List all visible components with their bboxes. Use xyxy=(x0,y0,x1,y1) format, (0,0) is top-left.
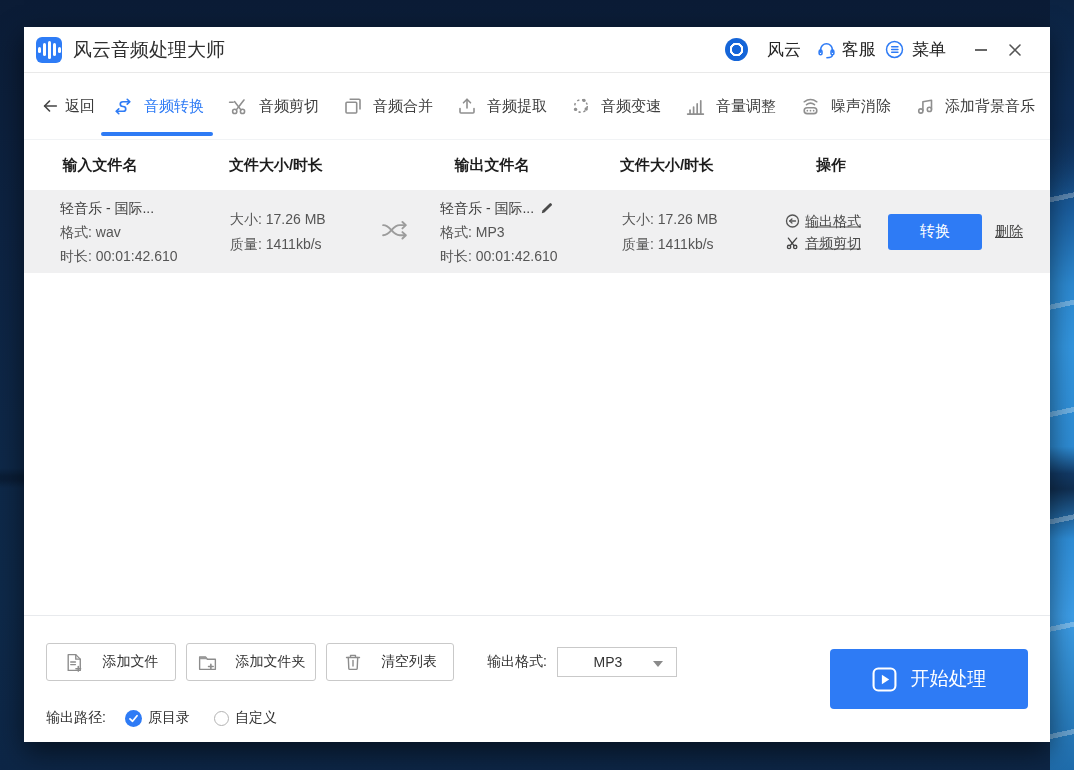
menu-button[interactable]: 菜单 xyxy=(884,38,946,61)
wallpaper-light-beams xyxy=(1050,0,1074,770)
play-icon xyxy=(872,667,897,692)
output-file-duration: 时长: 00:01:42.610 xyxy=(440,244,558,268)
tab-noise-removal[interactable]: 噪声消除 xyxy=(800,73,891,139)
output-format-icon xyxy=(785,213,800,228)
close-button[interactable] xyxy=(1004,39,1026,61)
edit-pencil-icon[interactable] xyxy=(540,201,554,215)
output-file-name: 轻音乐 - 国际... xyxy=(440,196,534,220)
list-header: 输入文件名 文件大小/时长 输出文件名 文件大小/时长 操作 xyxy=(24,140,1050,190)
output-format-label: 输出格式: xyxy=(487,653,547,671)
menu-label: 菜单 xyxy=(912,38,946,61)
convert-icon xyxy=(112,97,134,116)
dropdown-arrow-icon xyxy=(653,661,663,667)
audio-cut-link[interactable]: 音频剪切 xyxy=(785,235,861,250)
scissors-icon xyxy=(228,96,249,117)
brand-logo-icon xyxy=(725,38,748,61)
input-file-duration: 时长: 00:01:42.610 xyxy=(60,244,178,268)
tab-audio-extract[interactable]: 音频提取 xyxy=(457,73,547,139)
input-file-size: 大小: 17.26 MB xyxy=(230,207,326,232)
support-button[interactable]: 客服 xyxy=(816,38,876,61)
radio-original-dir[interactable] xyxy=(125,710,142,727)
headset-icon xyxy=(816,39,837,60)
input-file-cell: 轻音乐 - 国际... 格式: wav 时长: 00:01:42.610 xyxy=(60,196,178,268)
volume-bars-icon xyxy=(685,96,706,117)
header-output-size: 文件大小/时长 xyxy=(620,156,714,175)
shuffle-icon xyxy=(381,219,411,244)
output-file-bitrate: 质量: 1411kb/s xyxy=(622,232,718,257)
extract-icon xyxy=(457,96,477,116)
radio-original-dir-label: 原目录 xyxy=(148,709,190,727)
tab-audio-speed[interactable]: 音频变速 xyxy=(571,73,661,139)
tab-audio-cut[interactable]: 音频剪切 xyxy=(228,73,319,139)
add-file-button[interactable]: 添加文件 xyxy=(46,643,176,681)
file-row: 轻音乐 - 国际... 格式: wav 时长: 00:01:42.610 大小:… xyxy=(24,190,1050,273)
tab-add-bgm[interactable]: 添加背景音乐 xyxy=(915,73,1035,139)
output-path-label: 输出路径: xyxy=(46,709,106,727)
tab-audio-merge[interactable]: 音频合并 xyxy=(343,73,433,139)
merge-icon xyxy=(343,96,363,116)
input-file-bitrate: 质量: 1411kb/s xyxy=(230,232,326,257)
brand-label: 风云 xyxy=(767,38,801,61)
delete-link[interactable]: 删除 xyxy=(995,223,1023,241)
input-file-name: 轻音乐 - 国际... xyxy=(60,196,178,220)
output-file-format: 格式: MP3 xyxy=(440,220,558,244)
clear-list-button[interactable]: 清空列表 xyxy=(326,643,454,681)
support-label: 客服 xyxy=(842,38,876,61)
header-output-name: 输出文件名 xyxy=(455,156,530,175)
start-processing-button[interactable]: 开始处理 xyxy=(830,649,1028,709)
app-logo-icon xyxy=(36,37,62,63)
radio-custom-dir[interactable] xyxy=(214,711,229,726)
menu-icon xyxy=(884,39,905,60)
input-size-cell: 大小: 17.26 MB 质量: 1411kb/s xyxy=(230,207,326,257)
brand-link[interactable]: 风云 xyxy=(725,38,801,61)
close-icon xyxy=(1008,43,1022,57)
output-format-select[interactable]: MP3 xyxy=(557,647,677,677)
back-button[interactable]: 返回 xyxy=(41,97,95,116)
app-title: 风云音频处理大师 xyxy=(73,37,225,63)
check-icon xyxy=(128,713,139,724)
input-file-format: 格式: wav xyxy=(60,220,178,244)
radio-custom-dir-label: 自定义 xyxy=(235,709,277,727)
trash-icon xyxy=(343,652,363,672)
app-window: 风云音频处理大师 风云 客服 xyxy=(24,27,1050,742)
tab-volume-adjust[interactable]: 音量调整 xyxy=(685,73,776,139)
tab-audio-convert[interactable]: 音频转换 xyxy=(112,73,204,139)
file-list-empty-area xyxy=(24,273,1050,615)
scissors-small-icon xyxy=(785,235,800,250)
noise-icon xyxy=(800,96,821,117)
output-format-link[interactable]: 输出格式 xyxy=(785,213,861,228)
output-size-cell: 大小: 17.26 MB 质量: 1411kb/s xyxy=(622,207,718,257)
music-note-icon xyxy=(915,96,935,116)
add-folder-button[interactable]: 添加文件夹 xyxy=(186,643,316,681)
footer-panel: 添加文件 添加文件夹 xyxy=(24,615,1050,742)
add-file-icon xyxy=(64,652,85,673)
header-input-size: 文件大小/时长 xyxy=(229,156,323,175)
output-file-cell: 轻音乐 - 国际... 格式: MP3 时长: 00:01:42.610 xyxy=(440,196,558,268)
output-file-size: 大小: 17.26 MB xyxy=(622,207,718,232)
desktop-background: 风云音频处理大师 风云 客服 xyxy=(0,0,1074,770)
speed-icon xyxy=(571,96,591,116)
header-actions: 操作 xyxy=(816,156,846,175)
output-format-value: MP3 xyxy=(558,654,658,670)
row-actions-cell: 输出格式 音频剪切 xyxy=(785,206,861,257)
back-arrow-icon xyxy=(41,97,59,115)
convert-button[interactable]: 转换 xyxy=(888,214,982,250)
header-input-name: 输入文件名 xyxy=(63,156,138,175)
title-bar: 风云音频处理大师 风云 客服 xyxy=(24,27,1050,73)
add-folder-icon xyxy=(197,652,218,673)
minimize-button[interactable] xyxy=(970,39,992,61)
tab-bar: 返回 音频转换 音 xyxy=(24,73,1050,140)
